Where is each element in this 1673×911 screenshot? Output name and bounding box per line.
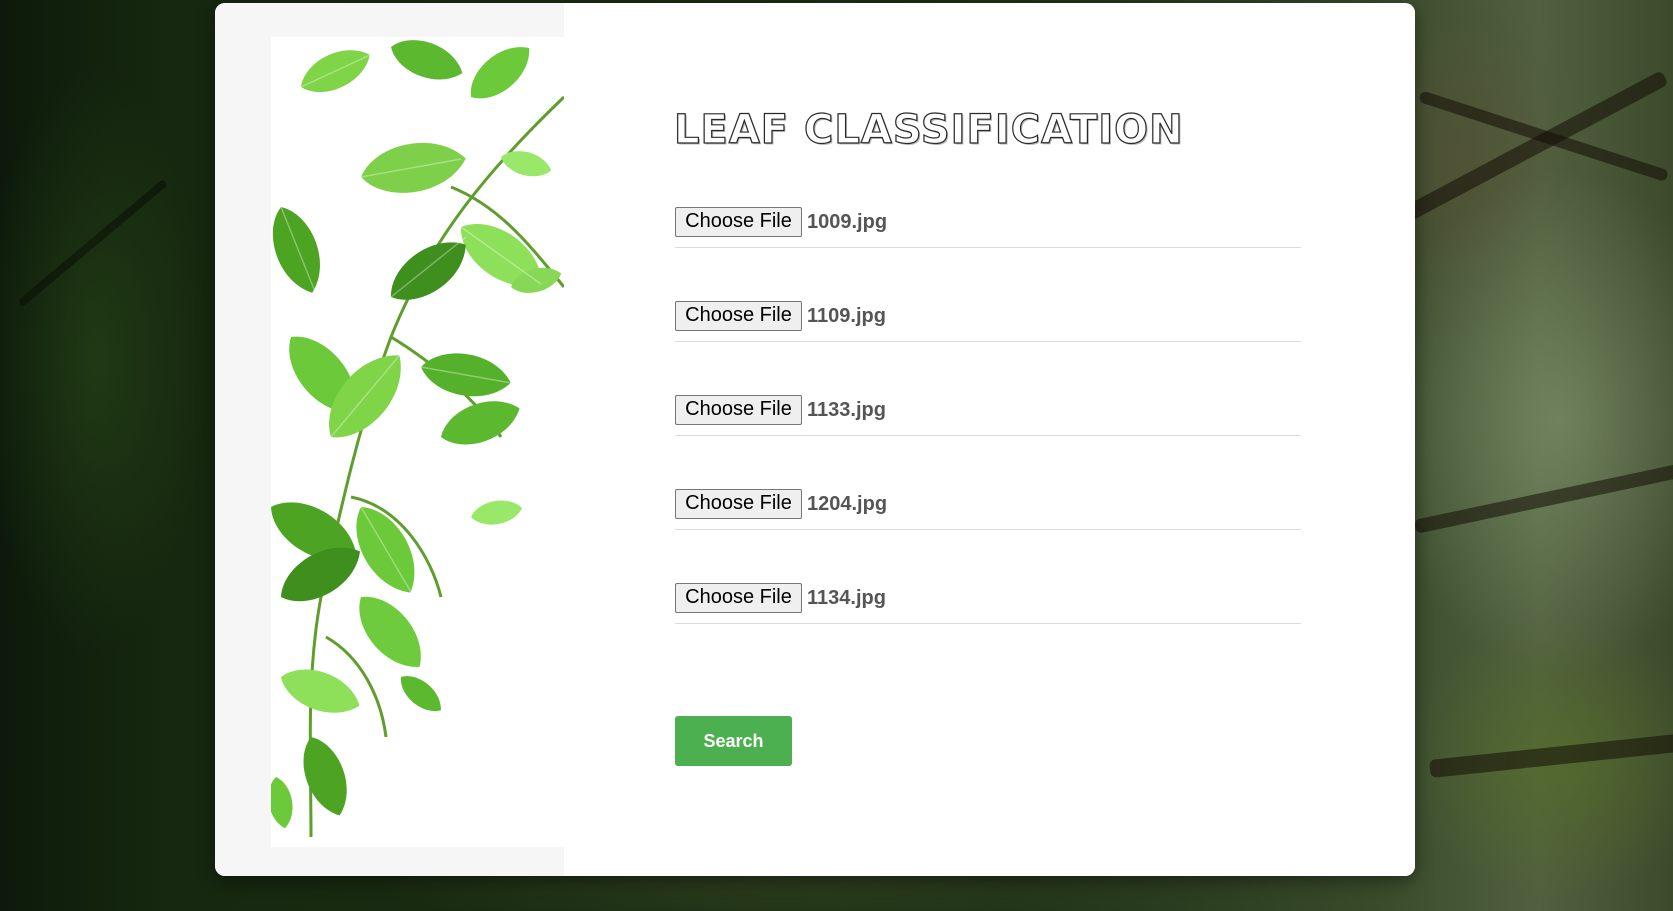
choose-file-button[interactable]: Choose File <box>675 489 802 519</box>
leaf-stems <box>308 95 564 838</box>
search-button[interactable]: Search <box>675 716 792 766</box>
selected-file-name: 1204.jpg <box>807 493 888 515</box>
page-title: LEAF CLASSIFICATION <box>673 106 1184 153</box>
choose-file-button[interactable]: Choose File <box>675 583 802 613</box>
selected-file-name: 1134.jpg <box>807 587 886 609</box>
file-upload-row: Choose File 1133.jpg <box>675 395 1301 436</box>
selected-file-name: 1109.jpg <box>807 305 886 327</box>
choose-file-button[interactable]: Choose File <box>675 301 802 331</box>
leaves-illustration <box>271 37 564 838</box>
background-branch <box>1418 90 1670 183</box>
background-branch <box>17 178 169 308</box>
background-branch <box>1429 732 1673 778</box>
file-upload-row: Choose File 1009.jpg <box>675 207 1301 248</box>
choose-file-button[interactable]: Choose File <box>675 395 802 425</box>
selected-file-name: 1009.jpg <box>807 211 888 233</box>
classification-card: LEAF CLASSIFICATION Choose File 1009.jpg… <box>215 3 1415 876</box>
file-upload-row: Choose File 1109.jpg <box>675 301 1301 342</box>
file-upload-row: Choose File 1204.jpg <box>675 489 1301 530</box>
green-leaves-image <box>271 37 564 847</box>
selected-file-name: 1133.jpg <box>807 399 886 421</box>
leaf-cluster <box>271 37 564 831</box>
file-upload-row: Choose File 1134.jpg <box>675 583 1301 624</box>
background-branch <box>1413 461 1673 534</box>
choose-file-button[interactable]: Choose File <box>675 207 802 237</box>
upload-panel: LEAF CLASSIFICATION Choose File 1009.jpg… <box>564 3 1415 876</box>
background-branch <box>1396 70 1669 226</box>
image-panel <box>215 3 564 876</box>
